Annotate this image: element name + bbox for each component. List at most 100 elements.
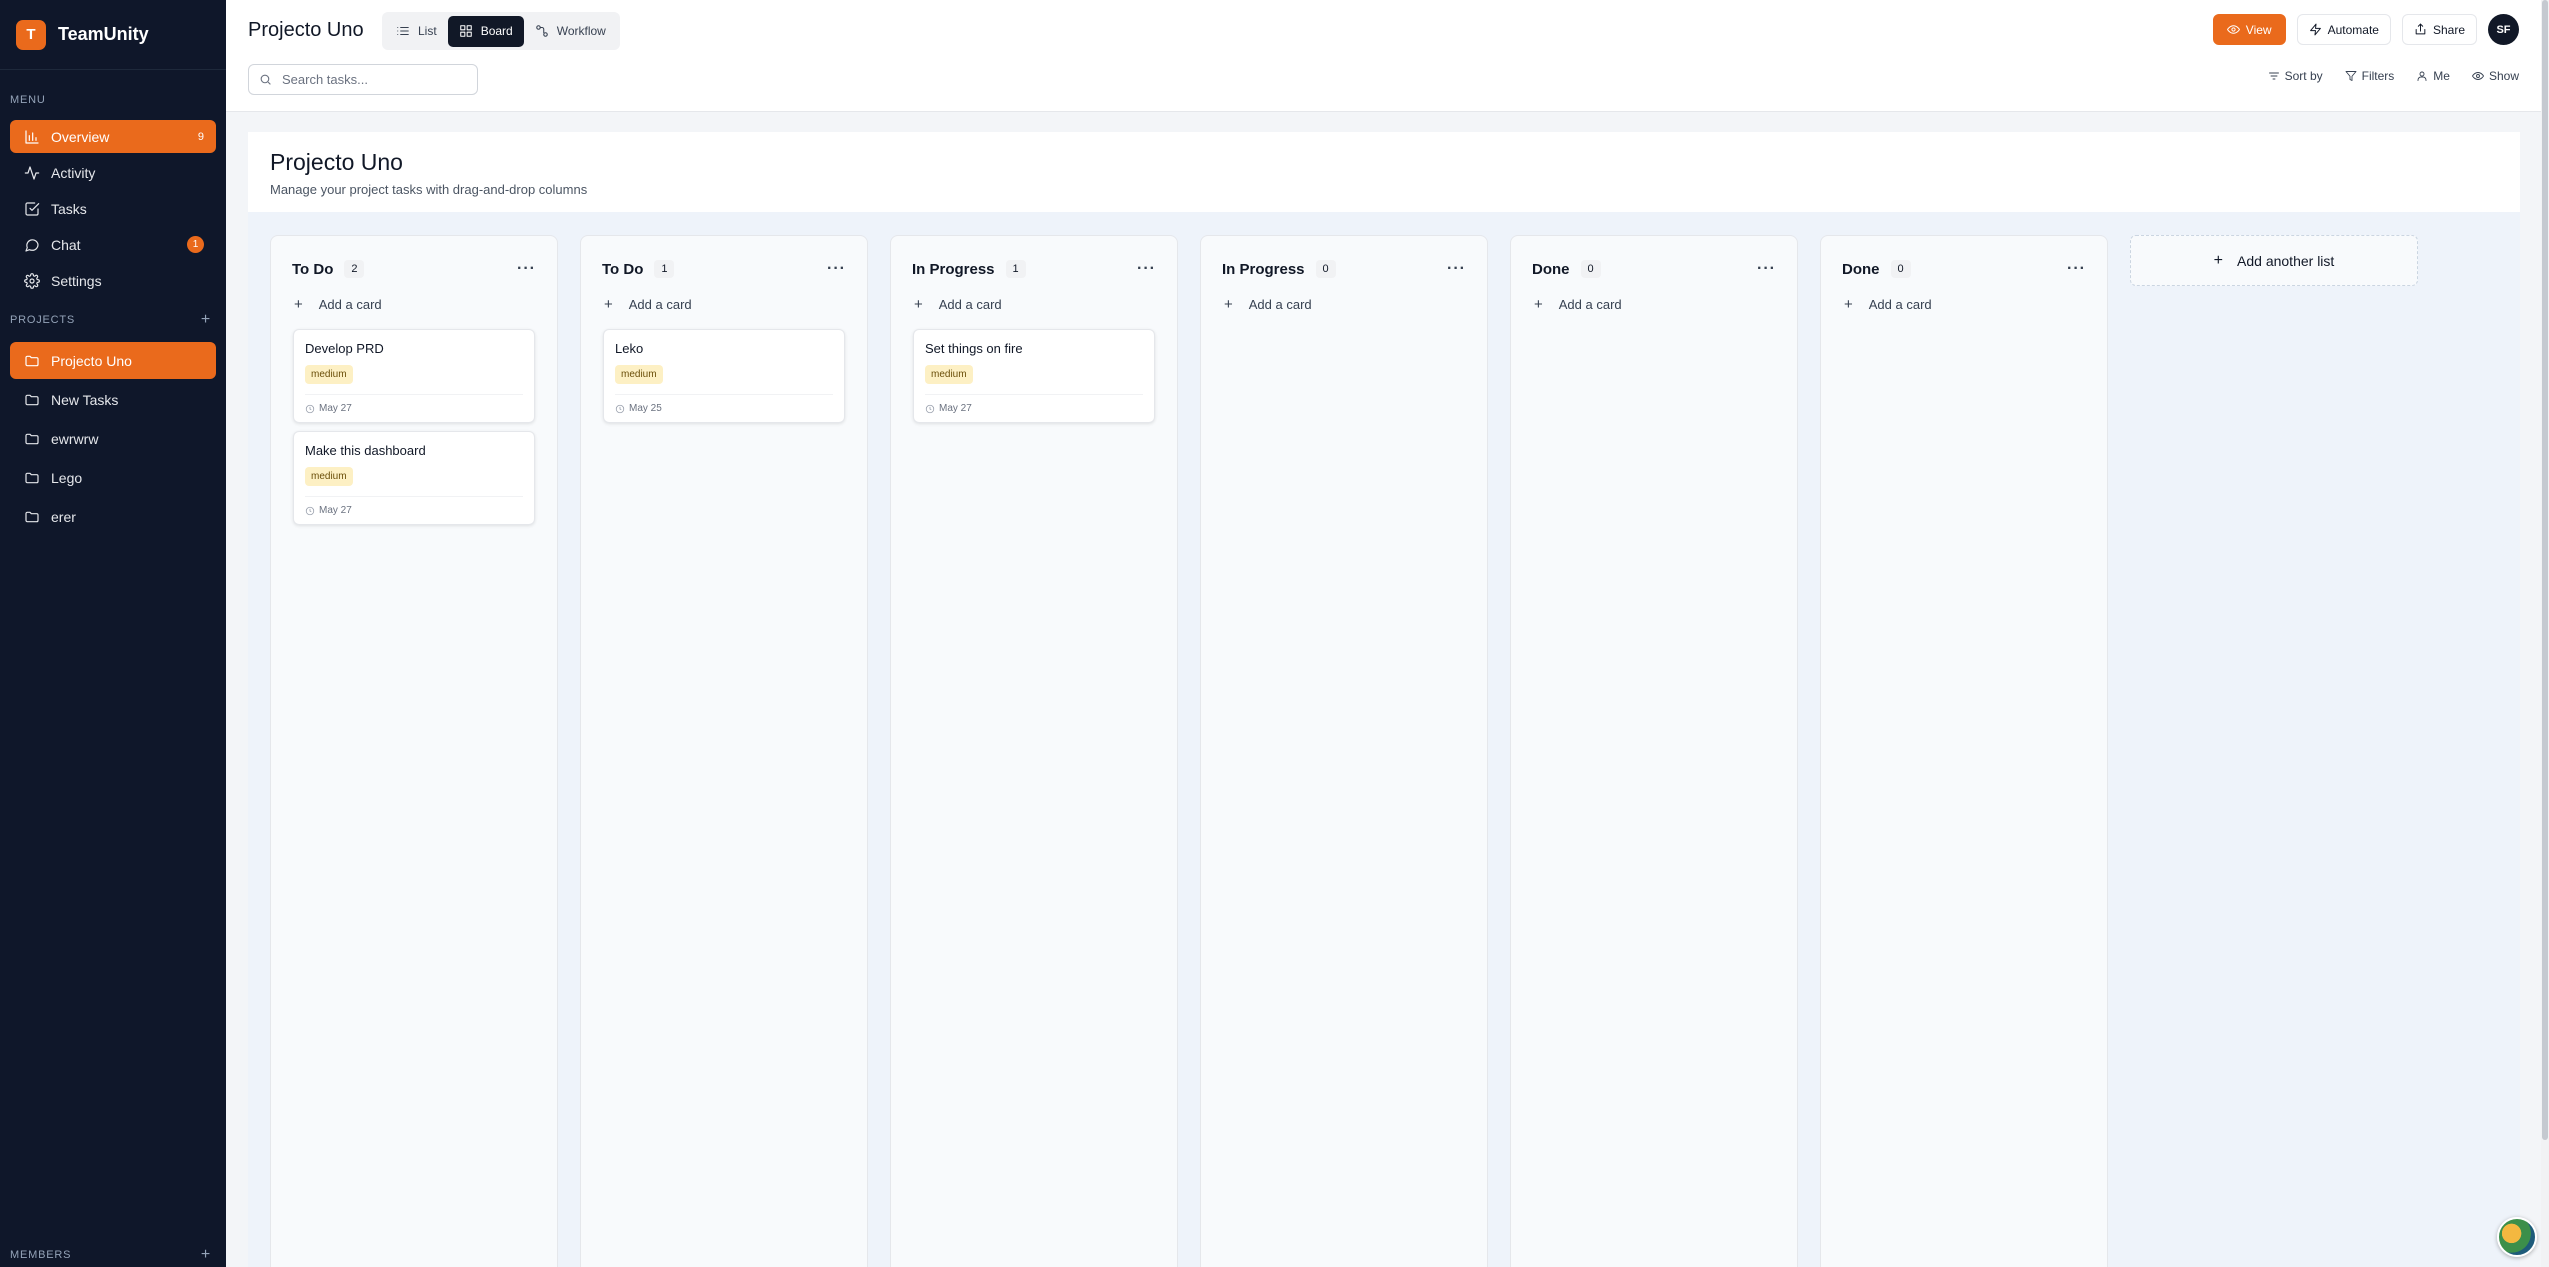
priority-badge: medium [305,365,353,384]
board-column[interactable]: In Progress 0 ··· + Add a card [1200,235,1488,1267]
project-label: Projecto Uno [51,352,132,369]
card-footer: May 27 [305,394,523,414]
more-icon[interactable]: ··· [517,260,536,278]
add-project-button[interactable]: + [196,311,216,329]
due-date: May 27 [319,403,352,414]
brand[interactable]: T TeamUnity [0,0,226,70]
sidebar-item-project[interactable]: New Tasks [10,381,216,418]
assistant-avatar-icon[interactable] [2497,1217,2537,1257]
add-card-button[interactable]: + Add a card [1213,288,1475,321]
card-title: Develop PRD [305,341,384,356]
chat-unread-badge: 1 [187,236,204,253]
sidebar-item-activity[interactable]: Activity [10,156,216,189]
members-section-label: MEMBERS + [0,1245,226,1265]
show-label: Show [2488,69,2519,83]
sidebar: T TeamUnity MENU Overview 9 Activity Tas… [0,0,226,1267]
column-count: 0 [1890,260,1911,278]
sidebar-item-tasks[interactable]: Tasks [10,192,216,225]
plus-icon: + [294,296,303,313]
sort-by-button[interactable]: Sort by [2268,69,2323,83]
column-count: 2 [344,260,365,278]
chat-icon [23,236,41,254]
page-title: Projecto Uno [248,19,364,41]
add-card-button[interactable]: + Add a card [593,288,855,321]
project-label: ewrwrw [51,430,99,447]
sidebar-item-settings[interactable]: Settings [10,264,216,297]
column-count: 1 [654,260,675,278]
tab-list[interactable]: List [385,16,448,47]
tab-label: Workflow [556,24,606,38]
task-card[interactable]: Develop PRD medium May 27 [293,329,535,423]
add-card-label: Add a card [318,297,382,312]
sidebar-item-project[interactable]: erer [10,498,216,535]
kanban-board: To Do 2 ··· + Add a card Develop PRD medi… [270,235,2418,1267]
sidebar-item-overview[interactable]: Overview 9 [10,120,216,153]
clock-icon [305,506,315,515]
filter-icon [2345,71,2357,81]
column-title: Done [1842,260,1880,278]
folder-icon [23,391,41,409]
scrollbar-thumb[interactable] [2542,0,2548,1140]
priority-badge: medium [305,467,353,486]
automate-button[interactable]: Automate [2296,14,2391,45]
column-title: In Progress [912,260,995,278]
board-column[interactable]: Done 0 ··· + Add a card [1820,235,2108,1267]
avatar[interactable]: SF [2488,14,2519,45]
tab-label: Board [480,24,513,38]
board-column[interactable]: In Progress 1 ··· + Add a card Set things… [890,235,1178,1267]
project-header: Projecto Uno Manage your project tasks w… [248,132,2520,212]
add-card-button[interactable]: + Add a card [1833,288,2095,321]
board-column[interactable]: To Do 2 ··· + Add a card Develop PRD medi… [270,235,558,1267]
gear-icon [23,272,41,290]
share-icon [2415,23,2426,35]
filters-button[interactable]: Filters [2345,69,2394,83]
list-icon [397,26,409,36]
add-card-button[interactable]: + Add a card [283,288,545,321]
sidebar-item-project[interactable]: Projecto Uno [10,342,216,379]
add-card-label: Add a card [1558,297,1622,312]
sidebar-item-project[interactable]: Lego [10,459,216,496]
more-icon[interactable]: ··· [1137,260,1156,278]
show-button[interactable]: Show [2472,69,2519,83]
sidebar-item-chat[interactable]: Chat 1 [10,228,216,261]
more-icon[interactable]: ··· [2067,260,2086,278]
topbar: Projecto Uno List Board Workflow View Au… [226,0,2549,112]
board-column[interactable]: Done 0 ··· + Add a card [1510,235,1798,1267]
column-header: Done 0 ··· [1821,252,2107,286]
clock-icon [925,404,935,413]
page-scrollbar[interactable] [2541,0,2549,1267]
more-icon[interactable]: ··· [1447,260,1466,278]
add-card-label: Add a card [1868,297,1932,312]
automate-button-label: Automate [2327,22,2379,37]
add-member-button[interactable]: + [196,1246,216,1264]
card-title: Leko [615,341,644,356]
tab-workflow[interactable]: Workflow [524,16,617,47]
tab-board[interactable]: Board [447,15,524,47]
projects-label: PROJECTS [10,314,76,326]
add-card-label: Add a card [1248,297,1312,312]
main-content: Projecto Uno Manage your project tasks w… [248,132,2520,1267]
search-input[interactable] [282,72,472,87]
card-footer: May 25 [615,394,833,414]
add-list-button[interactable]: + Add another list [2130,235,2418,286]
task-card[interactable]: Leko medium May 25 [603,329,845,423]
add-card-button[interactable]: + Add a card [1523,288,1785,321]
menu-label: MENU [10,94,46,106]
more-icon[interactable]: ··· [1757,260,1776,278]
board-column[interactable]: To Do 1 ··· + Add a card Leko medium May … [580,235,868,1267]
me-filter-button[interactable]: Me [2416,69,2450,83]
bolt-icon [2309,23,2321,36]
more-icon[interactable]: ··· [827,260,846,278]
due-date: May 27 [319,505,352,516]
add-card-button[interactable]: + Add a card [903,288,1165,321]
card-footer: May 27 [925,394,1143,414]
view-button[interactable]: View [2212,14,2286,45]
sidebar-item-label: Settings [51,272,102,289]
view-button-label: View [2245,22,2272,37]
sort-label: Sort by [2284,69,2323,83]
task-card[interactable]: Set things on fire medium May 27 [913,329,1155,423]
card-footer: May 27 [305,496,523,516]
sidebar-item-project[interactable]: ewrwrw [10,420,216,457]
share-button[interactable]: Share [2401,14,2477,45]
task-card[interactable]: Make this dashboard medium May 27 [293,431,535,525]
